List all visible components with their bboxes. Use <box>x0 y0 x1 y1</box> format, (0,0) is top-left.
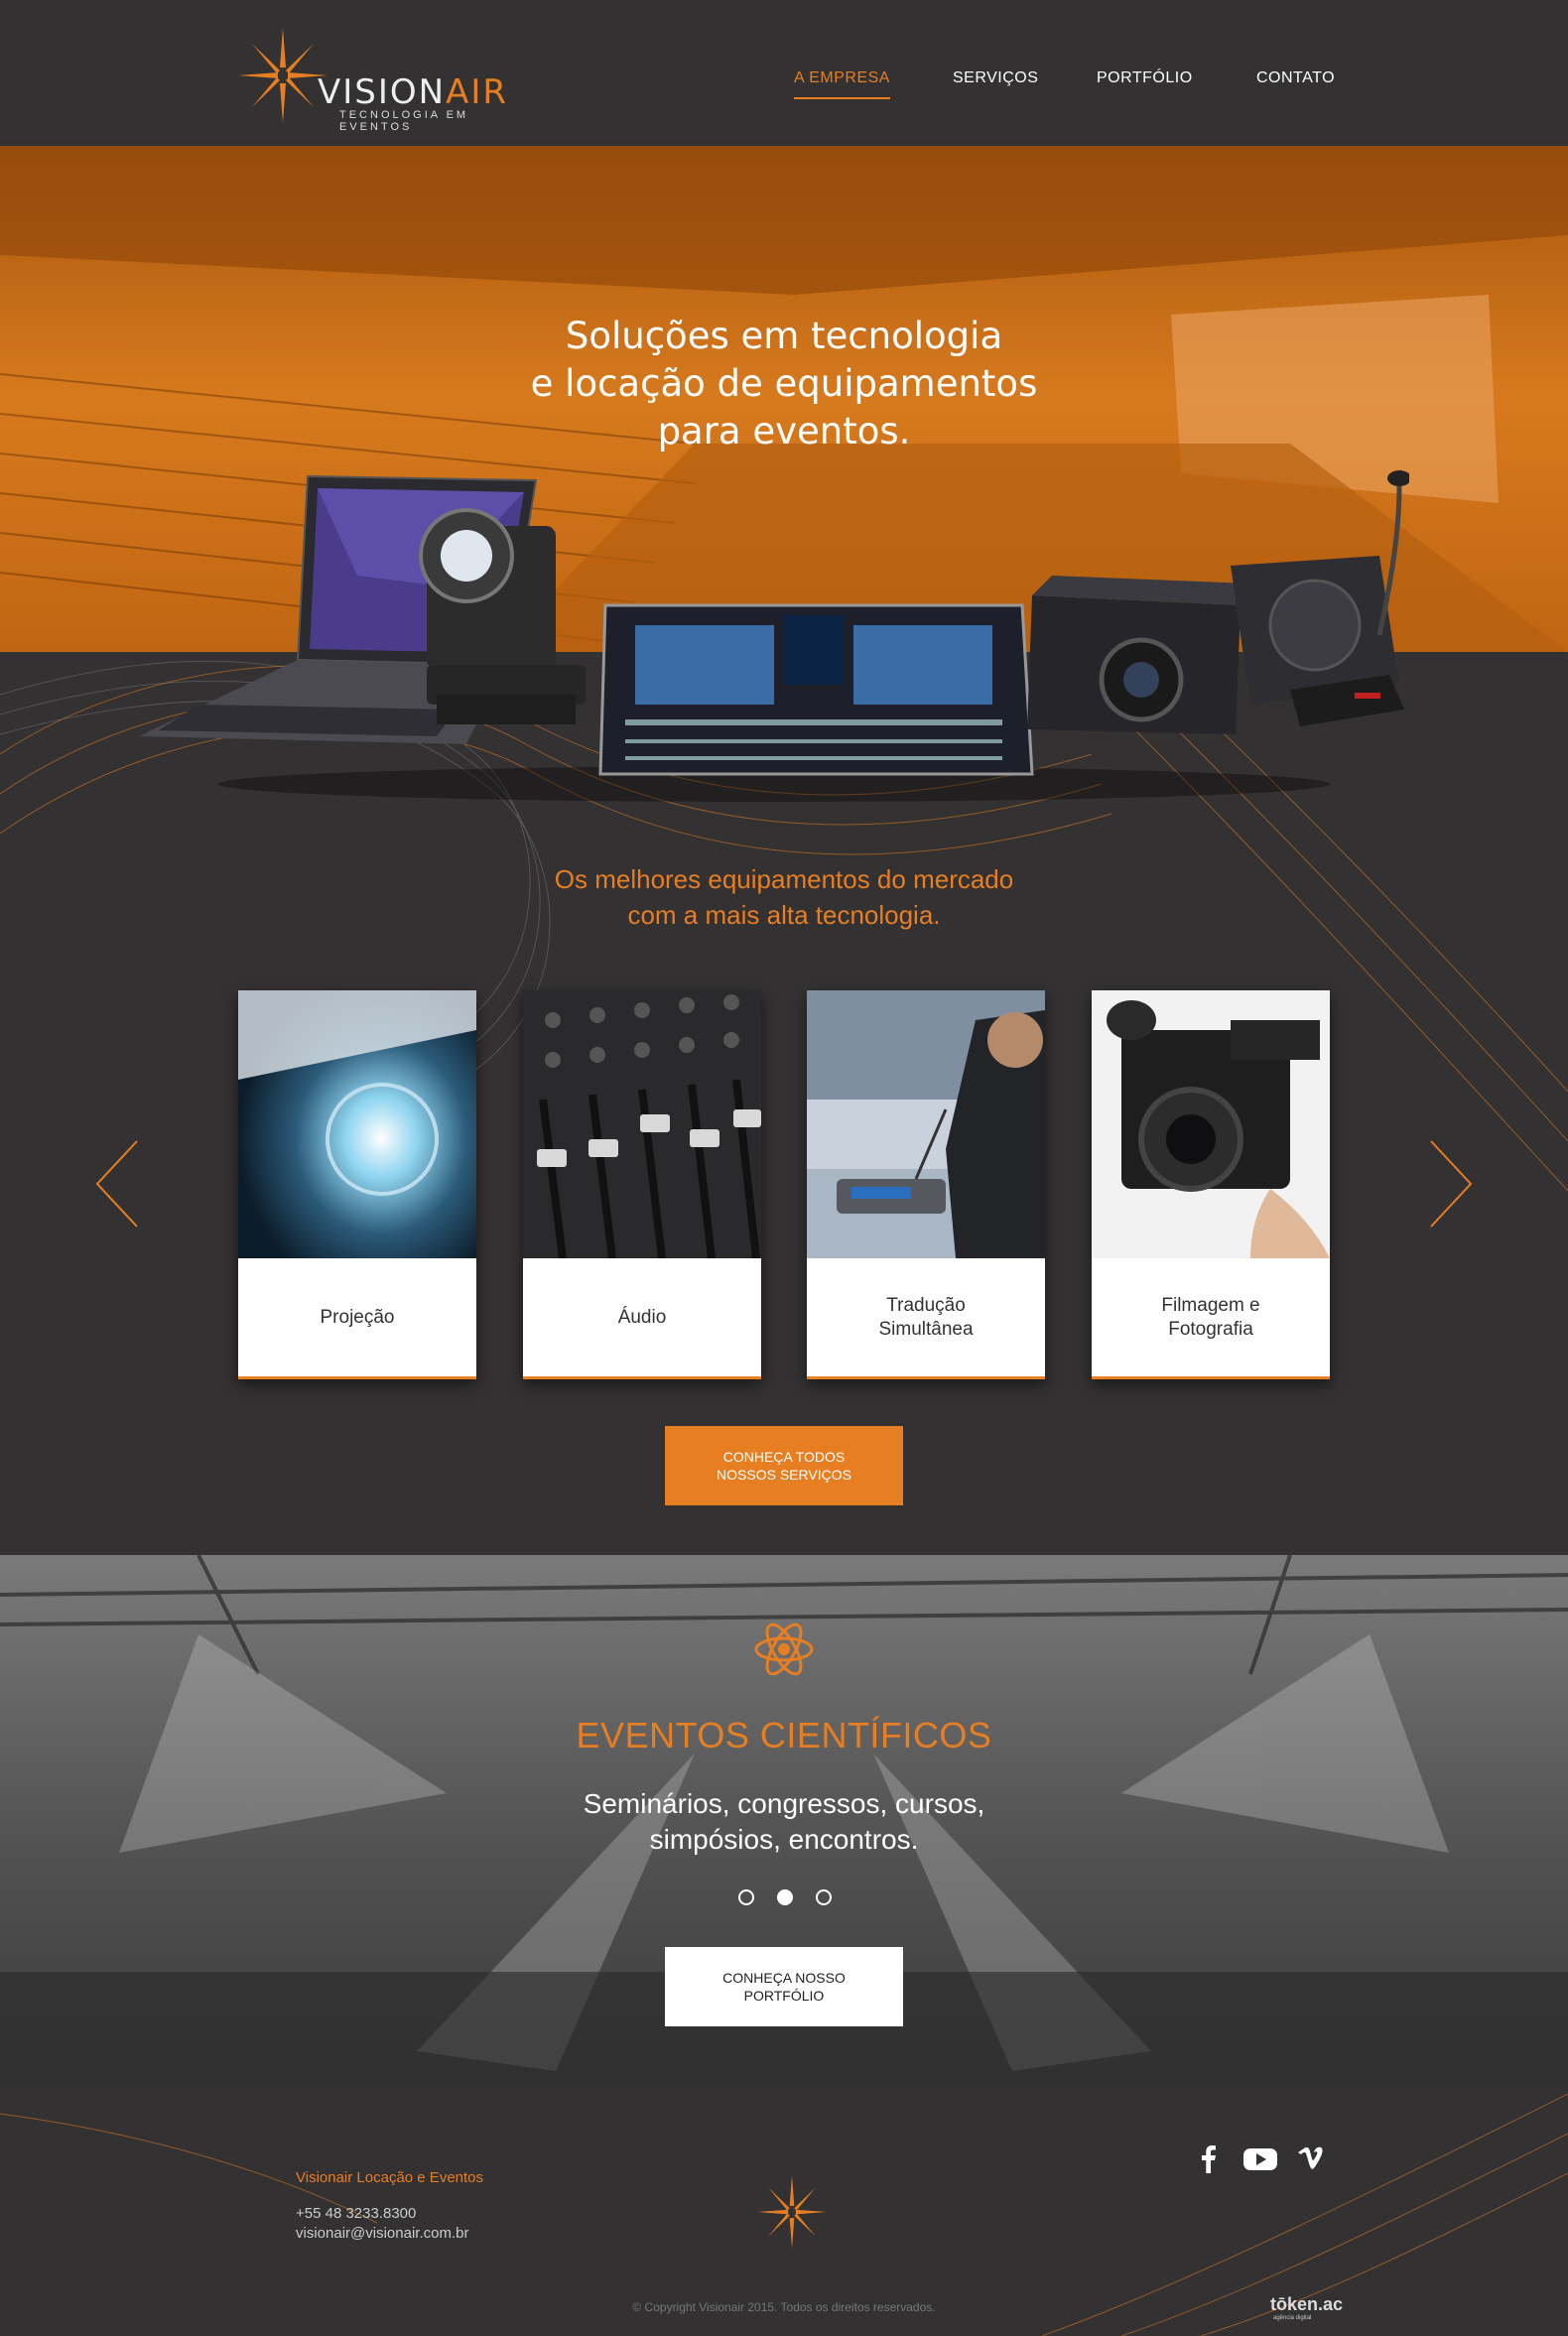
atom-icon <box>754 1622 814 1676</box>
agency-credit-subtitle: agência digital <box>1273 2315 1312 2321</box>
slider-pagination <box>734 1889 834 1907</box>
portfolio-button[interactable]: CONHEÇA NOSSO PORTFÓLIO <box>665 1947 903 2026</box>
star-burst-icon <box>757 2175 827 2249</box>
footer-company-name: Visionair Locação e Eventos <box>296 2169 484 2186</box>
visionair-logo[interactable]: VISIONAIR TECNOLOGIA EM EVENTOS <box>238 28 546 133</box>
nav-item-a-empresa[interactable]: A EMPRESA <box>794 69 890 99</box>
conference-mic-photo <box>807 990 1045 1258</box>
slider-dot-3[interactable] <box>816 1889 832 1905</box>
facebook-icon[interactable] <box>1191 2143 1227 2175</box>
projector-lens-photo <box>238 990 476 1258</box>
footer-phone: +55 48 3233.8300 <box>296 2205 417 2222</box>
service-card-traducao[interactable]: Tradução Simultânea <box>807 990 1045 1379</box>
moving-head-light-image <box>419 508 586 724</box>
nav-item-portfolio[interactable]: PORTFÓLIO <box>1097 69 1193 87</box>
footer-email[interactable]: visionair@visionair.com.br <box>296 2225 468 2242</box>
chevron-right-icon[interactable] <box>1427 1139 1475 1229</box>
star-burst-icon <box>238 28 327 123</box>
service-card-projecao[interactable]: Projeção <box>238 990 476 1379</box>
chevron-left-icon[interactable] <box>93 1139 141 1229</box>
slider-dot-2[interactable] <box>777 1889 793 1905</box>
all-services-button[interactable]: CONHEÇA TODOS NOSSOS SERVIÇOS <box>665 1426 903 1505</box>
youtube-icon[interactable] <box>1242 2143 1278 2175</box>
logo-wordmark: VISIONAIR <box>318 72 509 112</box>
nav-active-underline <box>794 97 890 99</box>
projector-image <box>1027 576 1250 734</box>
nav-item-contato[interactable]: CONTATO <box>1256 69 1335 87</box>
service-card-filmagem[interactable]: Filmagem e Fotografia <box>1092 990 1330 1379</box>
hero-title: Soluções em tecnologia e locação de equi… <box>530 315 1038 453</box>
events-title: EVENTOS CIENTÍFICOS <box>576 1715 992 1755</box>
service-card-label: Áudio <box>617 1306 667 1328</box>
video-camera-photo <box>1092 990 1330 1258</box>
events-subtitle: Seminários, congressos, cursos, simpósio… <box>583 1788 985 1855</box>
slider-dot-1[interactable] <box>738 1889 754 1905</box>
equipment-collage-image <box>139 470 1409 802</box>
services-tagline: Os melhores equipamentos do mercado com … <box>554 864 1014 930</box>
site-header: VISIONAIR TECNOLOGIA EM EVENTOS A EMPRES… <box>0 0 1568 146</box>
nav-item-servicos[interactable]: SERVIÇOS <box>953 69 1038 87</box>
agency-credit-logo[interactable]: tōken.ac <box>1270 2294 1343 2315</box>
service-card-audio[interactable]: Áudio <box>523 990 761 1379</box>
mixer-faders-photo <box>523 990 761 1258</box>
vimeo-icon[interactable] <box>1294 2143 1330 2175</box>
digital-mixer-image <box>598 603 1034 776</box>
logo-tagline: TECNOLOGIA EM EVENTOS <box>339 109 469 133</box>
copyright-text: © Copyright Visionair 2015. Todos os dir… <box>632 2300 936 2314</box>
service-card-label: Projeção <box>320 1306 395 1328</box>
service-card-label: Filmagem e Fotografia <box>1161 1294 1260 1340</box>
conference-speaker-image <box>1231 470 1409 726</box>
service-card-label: Tradução Simultânea <box>878 1294 974 1340</box>
